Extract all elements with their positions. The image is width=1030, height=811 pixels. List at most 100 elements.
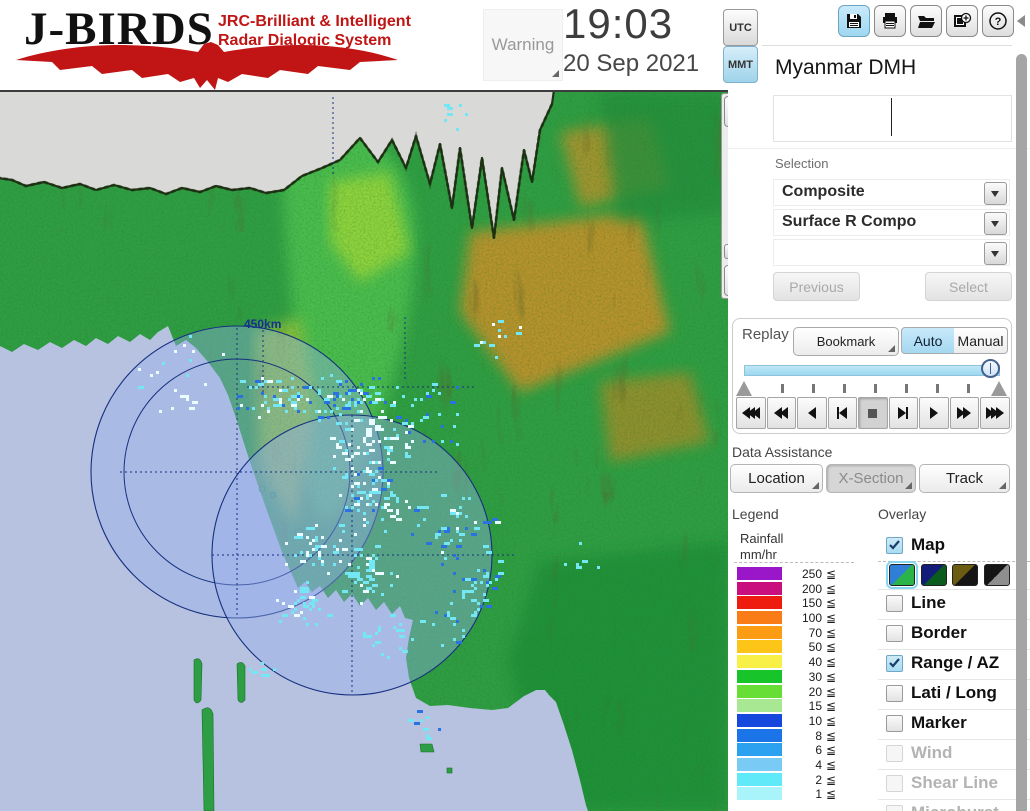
product-type-dropdown[interactable]: Surface R Compo	[773, 209, 1010, 236]
legend-value: 70	[808, 625, 822, 640]
radar-map[interactable]: 450km	[0, 86, 728, 811]
fast-rewind-3-button[interactable]	[736, 397, 766, 429]
checkbox-wind	[886, 745, 903, 762]
fast-rewind-2-button[interactable]	[766, 397, 796, 429]
legend-lte-symbol: ≦	[826, 640, 837, 655]
dropdown-value: Surface R Compo	[782, 213, 917, 230]
play-forward-button[interactable]	[919, 397, 949, 429]
slider-tick	[936, 384, 940, 393]
checkbox-microburst	[886, 805, 903, 811]
fast-rewind-2-icon	[774, 407, 789, 419]
legend-row: 250 ≦	[734, 567, 854, 582]
legend-color-swatch	[737, 787, 782, 801]
rainfall-legend: 250 ≦ 200 ≦ 150 ≦ 100 ≦ 70 ≦ 50 ≦ 40 ≦ 3…	[734, 562, 854, 802]
replay-label: Replay	[742, 326, 789, 343]
timezone-mmt-button[interactable]: MMT	[723, 46, 758, 83]
overlay-row-range-az: Range / AZ	[878, 650, 1030, 680]
fast-forward-3-button[interactable]	[980, 397, 1010, 429]
legend-row: 100 ≦	[734, 611, 854, 626]
overlay-row-microburst: Microburst	[878, 800, 1030, 811]
checkbox-range-az[interactable]	[886, 655, 903, 672]
checkbox-border[interactable]	[886, 625, 903, 642]
map-style-swatch-3[interactable]	[952, 564, 978, 586]
step-forward-button[interactable]	[888, 397, 918, 429]
play-backward-button[interactable]	[797, 397, 827, 429]
location-button[interactable]: Location	[730, 464, 823, 493]
legend-lte-symbol: ≦	[826, 684, 837, 699]
folder-open-icon	[917, 16, 935, 28]
legend-row: 15 ≦	[734, 699, 854, 714]
checkbox-shear-line	[886, 775, 903, 792]
track-label: Track	[946, 470, 983, 487]
checkbox-lati-long[interactable]	[886, 685, 903, 702]
checkbox-line[interactable]	[886, 595, 903, 612]
add-image-button[interactable]	[946, 5, 978, 37]
select-button[interactable]: Select	[925, 272, 1012, 301]
clock-time: 19:03	[563, 0, 674, 47]
warning-button[interactable]: Warning	[483, 9, 563, 81]
range-end-marker[interactable]	[991, 381, 1007, 396]
legend-color-swatch	[737, 567, 782, 580]
overlay-label: Range / AZ	[911, 653, 1000, 672]
replay-slider-ticks	[733, 381, 1013, 397]
overlay-row-lati-long: Lati / Long	[878, 680, 1030, 710]
previous-button[interactable]: Previous	[773, 272, 860, 301]
legend-lte-symbol: ≦	[826, 772, 837, 787]
auto-mode-button[interactable]: Auto	[901, 327, 955, 354]
legend-lte-symbol: ≦	[826, 787, 837, 802]
chevron-down-icon[interactable]	[984, 212, 1007, 235]
floppy-disk-icon	[847, 14, 861, 28]
legend-row: 2 ≦	[734, 772, 854, 788]
map-style-swatch-2[interactable]	[920, 564, 947, 586]
track-button[interactable]: Track	[919, 464, 1010, 493]
manual-mode-button[interactable]: Manual	[954, 327, 1008, 354]
stop-icon	[867, 409, 877, 418]
legend-row: 4 ≦	[734, 757, 854, 773]
legend-color-swatch	[737, 757, 782, 771]
legend-value: 200	[801, 581, 822, 596]
range-start-marker[interactable]	[736, 381, 752, 396]
status-field[interactable]	[773, 95, 1012, 142]
product-category-dropdown[interactable]: Composite	[773, 179, 1010, 206]
radar-map-area[interactable]: 450km	[0, 86, 728, 811]
checkbox-map[interactable]	[886, 537, 903, 554]
bookmark-button[interactable]: Bookmark	[793, 327, 899, 356]
svg-text:?: ?	[995, 16, 1002, 28]
panel-scrollbar[interactable]	[1016, 54, 1027, 811]
legend-color-swatch	[737, 655, 782, 669]
control-panel: Selection Composite Surface R Compo Prev…	[728, 90, 1030, 811]
product-option-dropdown[interactable]	[773, 239, 1010, 266]
chevron-down-icon[interactable]	[984, 242, 1007, 265]
x-section-button[interactable]: X-Section	[826, 464, 916, 493]
x-section-label: X-Section	[838, 470, 904, 487]
map-style-swatch-1[interactable]	[886, 561, 918, 589]
checkbox-marker[interactable]	[886, 715, 903, 732]
legend-lte-symbol: ≦	[826, 655, 837, 670]
toolbar: ?	[838, 5, 1014, 37]
help-button[interactable]: ?	[982, 5, 1014, 37]
timezone-utc-button[interactable]: UTC	[723, 9, 758, 46]
jbirds-logo: J-BIRDS JRC-Brilliant & Intelligent Rada…	[6, 2, 411, 90]
replay-slider-handle[interactable]	[981, 359, 1000, 378]
step-backward-button[interactable]	[827, 397, 857, 429]
section-divider	[728, 148, 1030, 149]
legend-unit-line2: mm/hr	[740, 547, 777, 562]
step-backward-icon	[837, 407, 848, 419]
stop-button[interactable]	[858, 397, 888, 429]
print-button[interactable]	[874, 5, 906, 37]
replay-slider-track[interactable]	[744, 365, 1000, 376]
map-style-swatch-4[interactable]	[983, 564, 1010, 586]
panel-collapse-arrow[interactable]	[1017, 15, 1025, 27]
chevron-down-icon[interactable]	[984, 182, 1007, 205]
warning-label: Warning	[491, 35, 555, 54]
legend-lte-symbol: ≦	[826, 625, 837, 640]
legend-color-swatch	[737, 743, 782, 757]
open-folder-button[interactable]	[910, 5, 942, 37]
save-button[interactable]	[838, 5, 870, 37]
legend-lte-symbol: ≦	[826, 596, 837, 611]
fast-forward-3-icon	[985, 407, 1004, 419]
transport-controls	[736, 397, 1010, 429]
fast-forward-2-button[interactable]	[949, 397, 979, 429]
jbirds-app: J-BIRDS JRC-Brilliant & Intelligent Rada…	[0, 0, 1030, 811]
legend-value: 50	[808, 640, 822, 655]
